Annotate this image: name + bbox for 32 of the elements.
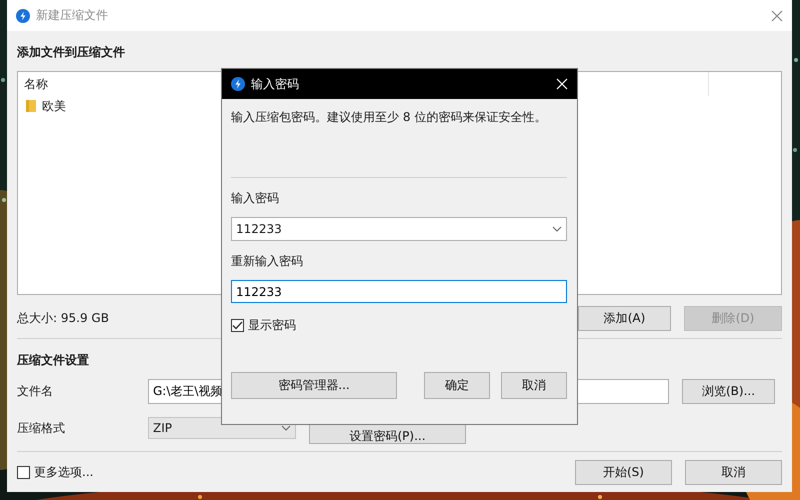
- field-label: 压缩格式: [17, 420, 66, 436]
- cancel-button[interactable]: 取消: [501, 372, 567, 399]
- checkbox[interactable]: [17, 466, 30, 479]
- add-button[interactable]: 添加(A): [578, 306, 671, 330]
- close-icon: [556, 78, 568, 90]
- ok-button[interactable]: 确定: [424, 372, 490, 399]
- checkbox-label[interactable]: 显示密码: [248, 317, 296, 334]
- app-logo-icon: [231, 77, 245, 91]
- window-title: 新建压缩文件: [36, 7, 109, 24]
- chevron-down-icon: [281, 425, 291, 431]
- total-size: 总大小: 95.9 GB: [17, 310, 109, 326]
- close-icon: [771, 10, 783, 22]
- section-heading: 压缩文件设置: [17, 352, 90, 369]
- field-label: 输入密码: [231, 190, 280, 206]
- window-title: 输入密码: [251, 76, 300, 92]
- cancel-button[interactable]: 取消: [685, 460, 782, 485]
- checkbox[interactable]: [231, 319, 244, 332]
- field-label: 重新输入密码: [231, 253, 304, 269]
- column-header[interactable]: 名称: [18, 76, 54, 92]
- app-logo-icon: [16, 8, 30, 22]
- chevron-down-icon: [552, 226, 562, 232]
- browse-button[interactable]: 浏览(B)...: [682, 379, 775, 404]
- password-field[interactable]: 112233: [231, 280, 567, 303]
- section-heading: 添加文件到压缩文件: [17, 44, 126, 61]
- checkbox-label[interactable]: 更多选项...: [34, 464, 94, 481]
- start-button[interactable]: 开始(S): [575, 460, 672, 485]
- field-label: 文件名: [17, 383, 54, 400]
- description-text: 输入压缩包密码。建议使用至少 8 位的密码来保证安全性。: [231, 109, 548, 125]
- file-name[interactable]: 欧美: [42, 98, 66, 114]
- password-combo[interactable]: 112233: [231, 217, 567, 241]
- password-manager-button[interactable]: 密码管理器...: [231, 372, 397, 399]
- folder-icon: [25, 99, 37, 113]
